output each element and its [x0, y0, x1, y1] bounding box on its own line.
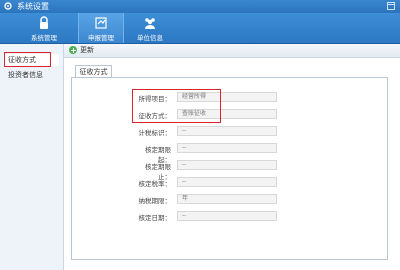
maximize-button[interactable]: [387, 2, 395, 10]
form-field-value[interactable]: --: [177, 160, 277, 170]
sidebar-item-investor-info[interactable]: 投资者信息: [3, 69, 59, 81]
sidebar-item-label: 投资者信息: [8, 71, 43, 79]
toolbar-label: 单位信息: [137, 34, 163, 42]
title-bar: 系统设置: [0, 0, 400, 13]
form-field-value[interactable]: --: [177, 143, 277, 153]
action-bar: 更新: [64, 44, 400, 58]
toolbar-unit-info[interactable]: 单位信息: [128, 13, 172, 43]
form-field-value[interactable]: --: [177, 177, 277, 187]
toolbar-system-management[interactable]: 系统管理: [22, 13, 66, 43]
update-icon: [69, 46, 77, 54]
toolbar-declaration-management[interactable]: 申报管理: [78, 13, 124, 43]
lock-icon: [40, 16, 48, 29]
form-icon: [95, 17, 107, 29]
toolbar-label: 系统管理: [31, 34, 57, 42]
form-field-label: 计税标识：: [138, 129, 172, 137]
form-field-value[interactable]: --: [177, 211, 277, 221]
form-field-value[interactable]: 年: [177, 194, 277, 204]
form-field-label: 纳税期限：: [138, 197, 172, 205]
highlight-box: [4, 52, 51, 67]
highlight-box: [132, 89, 221, 123]
toolbar-label: 申报管理: [88, 34, 114, 42]
form-field-value[interactable]: --: [177, 126, 277, 136]
window-title: 系统设置: [17, 2, 49, 11]
users-icon: [145, 18, 155, 29]
sidebar: 征收方式 投资者信息: [0, 44, 64, 270]
form-field-label: 核定税率：: [138, 180, 172, 188]
settings-gear-icon: [4, 2, 12, 10]
main-toolbar: 系统管理 申报管理 单位信息: [0, 13, 400, 44]
form-field-label: 核定日期：: [138, 214, 172, 222]
update-button[interactable]: 更新: [80, 44, 94, 57]
